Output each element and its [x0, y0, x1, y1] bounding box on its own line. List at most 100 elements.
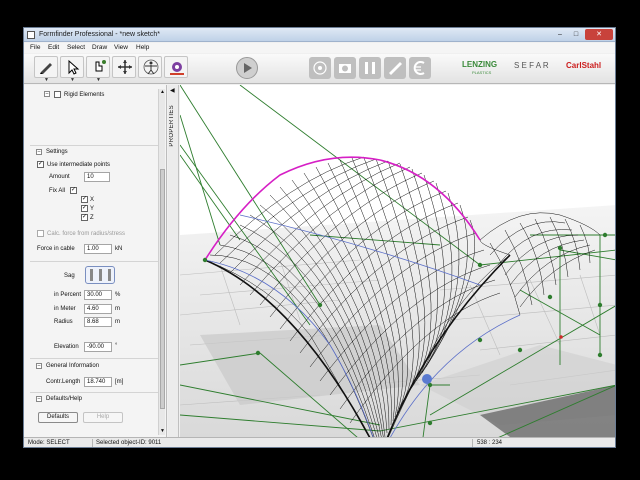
defaults-button[interactable]: Defaults [38, 412, 78, 423]
meter-label: in Meter [54, 306, 76, 312]
move-icon [118, 60, 132, 74]
menu-draw[interactable]: Draw [92, 44, 107, 51]
scrollbar-thumb[interactable] [160, 169, 165, 409]
percent-unit: % [115, 292, 121, 298]
ruler-icon [389, 62, 402, 75]
fix-all-checkbox[interactable]: ✓ [70, 187, 77, 194]
title-bar: Formfinder Professional - *new sketch* –… [24, 28, 615, 42]
tools-button[interactable] [359, 57, 381, 79]
force-field[interactable]: 1.00 [84, 244, 112, 254]
length-unit: [m] [115, 379, 124, 385]
lenzing-logo: LENZING [462, 60, 498, 69]
amount-label: Amount [49, 174, 70, 180]
select-tool-button[interactable]: ▼ [60, 56, 84, 83]
vitruvian-man-icon [143, 59, 159, 75]
window-title: Formfinder Professional - *new sketch* [39, 31, 160, 38]
menu-view[interactable]: View [114, 44, 128, 51]
percent-label: in Percent [54, 292, 82, 298]
properties-side-tab[interactable]: ◀ PROPERTIES [168, 85, 179, 437]
chevron-down-icon[interactable]: ▼ [96, 77, 101, 83]
settings-collapse-icon[interactable]: – [36, 149, 42, 155]
general-header: General Information [46, 363, 100, 369]
chevron-left-icon[interactable]: ◀ [170, 87, 175, 94]
properties-tab-label: PROPERTIES [169, 105, 175, 147]
length-label: Contr.Length [46, 379, 81, 385]
close-button[interactable]: ✕ [585, 29, 613, 40]
maximize-button[interactable]: □ [569, 29, 583, 40]
fix-z-label: Z [90, 215, 94, 221]
network-button[interactable] [309, 57, 331, 79]
sag-label: Sag [64, 273, 75, 279]
defaults-header: Defaults/Help [46, 396, 83, 402]
meter-field[interactable]: 4.60 [84, 304, 112, 314]
sag-slider-mark [90, 269, 93, 281]
ruler-button[interactable] [384, 57, 406, 79]
draw-tool-button[interactable]: ▼ [34, 56, 58, 83]
scroll-down-icon[interactable]: ▼ [159, 428, 166, 435]
use-intermediate-checkbox[interactable]: ✓ [37, 161, 44, 168]
human-scale-button[interactable] [138, 56, 162, 78]
calc-force-checkbox[interactable] [37, 230, 44, 237]
amount-field[interactable]: 10 [84, 172, 110, 182]
3d-viewport[interactable] [180, 85, 616, 437]
force-unit: kN [115, 246, 123, 252]
camera-icon [339, 64, 351, 73]
pencil-icon [40, 63, 52, 74]
play-icon [244, 63, 252, 73]
radius-field[interactable]: 8.68 [84, 317, 112, 327]
general-collapse-icon[interactable]: – [36, 363, 42, 369]
selected-node[interactable] [422, 374, 432, 384]
section-divider [30, 261, 158, 262]
camera-button[interactable] [334, 57, 356, 79]
properties-panel: – Rigid Elements – Settings ✓ Use interm… [24, 85, 167, 437]
toolbar: ▼ ▼ ▼ LENZING PLASTICS S E F A R CarlSta… [24, 54, 615, 84]
settings-button[interactable] [164, 56, 188, 78]
move-tool-button[interactable] [112, 56, 136, 78]
section-divider [30, 145, 158, 146]
sag-slider-mark [108, 269, 111, 281]
panel-scrollbar[interactable]: ▲ ▼ [158, 89, 165, 435]
status-divider [472, 439, 473, 447]
chevron-down-icon[interactable]: ▼ [70, 77, 75, 83]
percent-field[interactable]: 30.00 [84, 290, 112, 300]
tree-expand-icon[interactable]: – [44, 91, 50, 97]
gear-icon [170, 62, 184, 75]
chevron-down-icon[interactable]: ▼ [44, 77, 49, 83]
cost-button[interactable] [409, 57, 431, 79]
network-icon [313, 61, 327, 75]
sag-slider-thumb[interactable] [99, 269, 102, 281]
app-window: Formfinder Professional - *new sketch* –… [23, 27, 616, 448]
fix-z-checkbox[interactable]: ✓ [81, 214, 88, 221]
fix-y-checkbox[interactable]: ✓ [81, 205, 88, 212]
section-divider [30, 392, 158, 393]
menu-file[interactable]: File [30, 44, 40, 51]
elevation-label: Elevation [54, 344, 79, 350]
sag-slider[interactable] [85, 266, 115, 284]
menu-edit[interactable]: Edit [48, 44, 59, 51]
help-button[interactable]: Help [83, 412, 123, 423]
tree-item-rigid-elements[interactable]: Rigid Elements [64, 92, 104, 98]
play-button[interactable] [236, 57, 258, 79]
status-coords: 538 : 234 [477, 440, 503, 446]
length-field[interactable]: 18.740 [84, 377, 112, 387]
fix-x-checkbox[interactable]: ✓ [81, 196, 88, 203]
menu-help[interactable]: Help [136, 44, 149, 51]
meter-unit: m [115, 306, 120, 312]
use-intermediate-label: Use intermediate points [47, 162, 111, 168]
menu-select[interactable]: Select [67, 44, 85, 51]
defaults-collapse-icon[interactable]: – [36, 396, 42, 402]
scroll-up-icon[interactable]: ▲ [159, 89, 166, 96]
pointer-icon [68, 59, 80, 75]
minimize-button[interactable]: – [553, 29, 567, 40]
membrane-model-view[interactable] [180, 85, 616, 437]
status-selected: Selected object-ID: 9011 [96, 440, 162, 446]
elevation-field[interactable]: -90.00 [84, 342, 112, 352]
status-bar: Mode: SELECT Selected object-ID: 9011 53… [24, 437, 615, 447]
force-label: Force in cable [37, 246, 75, 252]
radius-label: Radius [54, 319, 73, 325]
highlight-node[interactable] [559, 335, 563, 339]
status-divider [92, 439, 93, 447]
calc-force-label: Calc. force from radius/stress [47, 231, 126, 237]
tree-node-icon [54, 91, 61, 98]
pick-tool-button[interactable]: ▼ [86, 56, 110, 83]
